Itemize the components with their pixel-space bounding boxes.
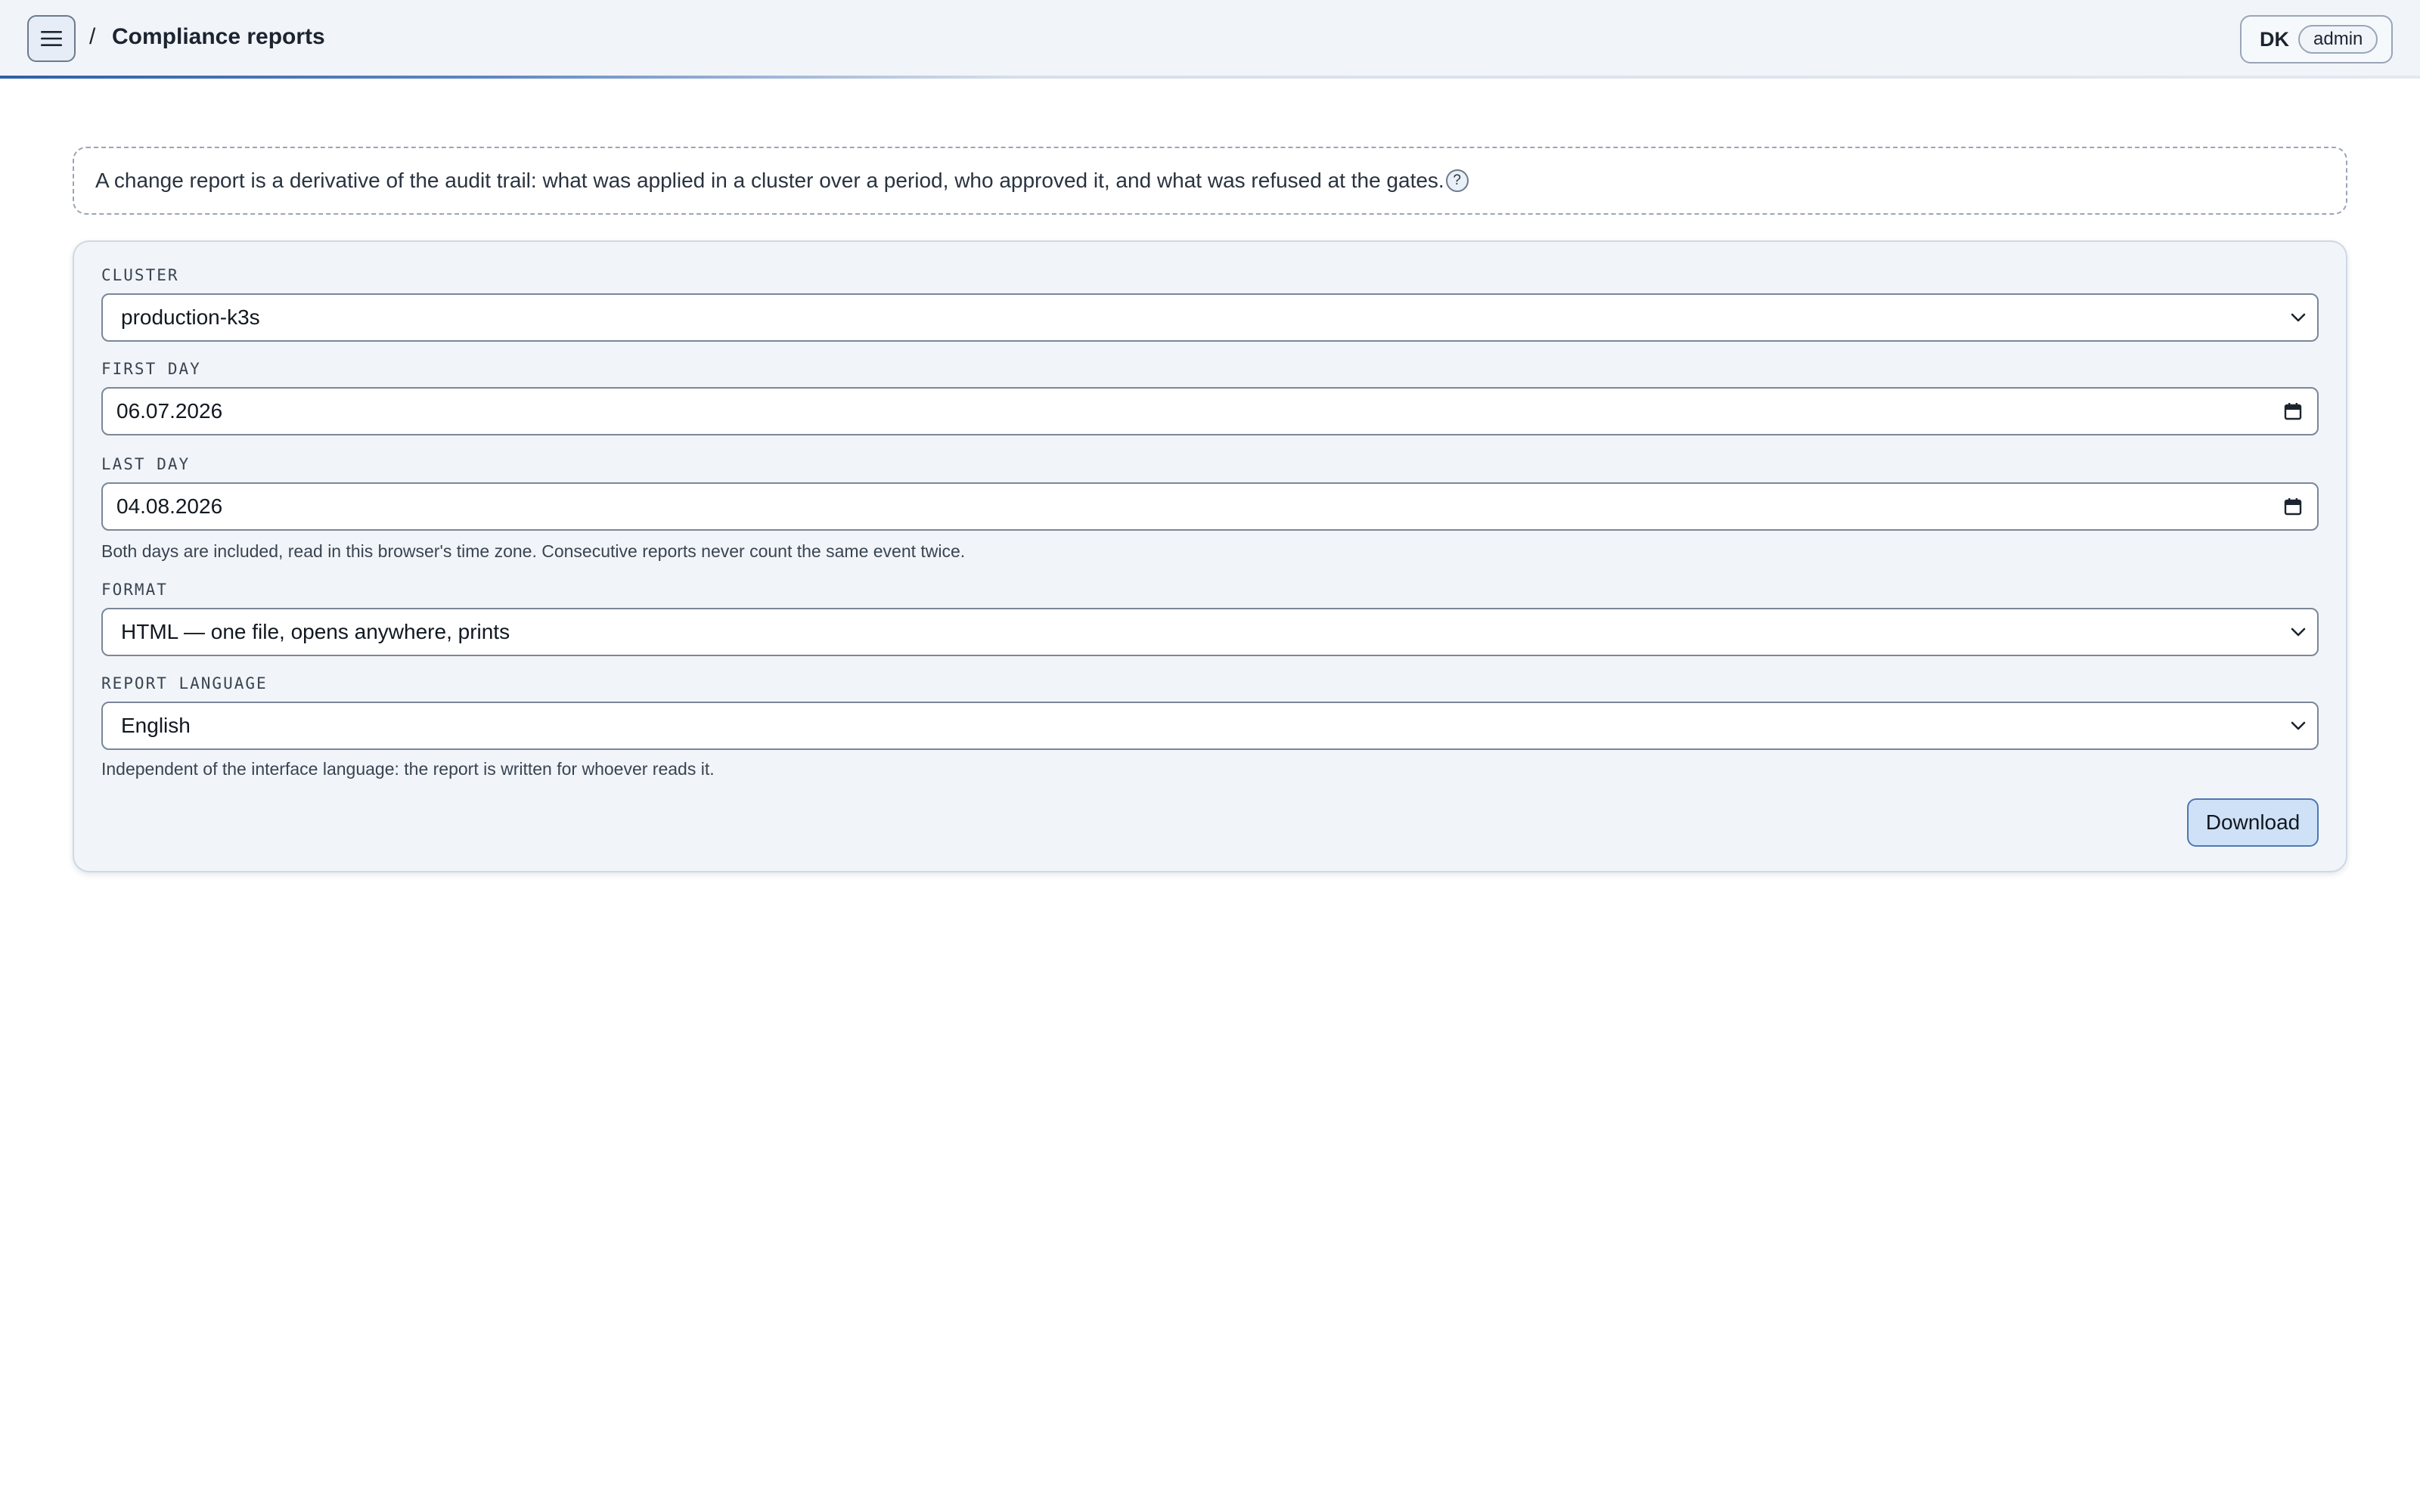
user-menu[interactable]: DK admin: [2240, 15, 2393, 64]
format-label: FORMAT: [101, 581, 168, 599]
calendar-icon[interactable]: [2284, 497, 2302, 516]
last-day-label: LAST DAY: [101, 455, 191, 473]
intro-text: A change report is a derivative of the a…: [95, 169, 1444, 192]
intro-note: A change report is a derivative of the a…: [73, 147, 2347, 215]
role-badge: admin: [2298, 25, 2378, 54]
last-day-input[interactable]: 04.08.2026: [101, 482, 2319, 531]
report-form: CLUSTER production-k3s FIRST DAY 06.07.2…: [73, 240, 2347, 872]
help-icon[interactable]: ?: [1445, 169, 1469, 192]
page-title: Compliance reports: [112, 24, 325, 49]
first-day-input[interactable]: 06.07.2026: [101, 387, 2319, 435]
language-hint: Independent of the interface language: t…: [101, 759, 715, 779]
hamburger-menu-icon: [40, 29, 63, 48]
report-language-label: REPORT LANGUAGE: [101, 674, 268, 692]
chevron-down-icon: [2290, 720, 2307, 731]
top-bar-accent-line: [0, 76, 2420, 79]
date-hint: Both days are included, read in this bro…: [101, 541, 966, 561]
menu-button[interactable]: [27, 15, 76, 62]
report-language-value: English: [121, 714, 191, 737]
first-day-label: FIRST DAY: [101, 360, 201, 378]
cluster-select[interactable]: production-k3s: [101, 293, 2319, 342]
first-day-value: 06.07.2026: [116, 399, 223, 423]
chevron-down-icon: [2290, 312, 2307, 323]
report-language-select[interactable]: English: [101, 702, 2319, 750]
calendar-icon[interactable]: [2284, 402, 2302, 420]
last-day-value: 04.08.2026: [116, 494, 223, 518]
top-bar: / Compliance reports DK admin: [0, 0, 2420, 79]
format-select[interactable]: HTML — one file, opens anywhere, prints: [101, 608, 2319, 656]
cluster-label: CLUSTER: [101, 266, 179, 284]
chevron-down-icon: [2290, 627, 2307, 637]
breadcrumb-separator: /: [89, 24, 96, 49]
cluster-select-value: production-k3s: [121, 305, 260, 329]
user-initials: DK: [2260, 27, 2289, 51]
format-select-value: HTML — one file, opens anywhere, prints: [121, 620, 510, 643]
download-button[interactable]: Download: [2187, 798, 2319, 847]
